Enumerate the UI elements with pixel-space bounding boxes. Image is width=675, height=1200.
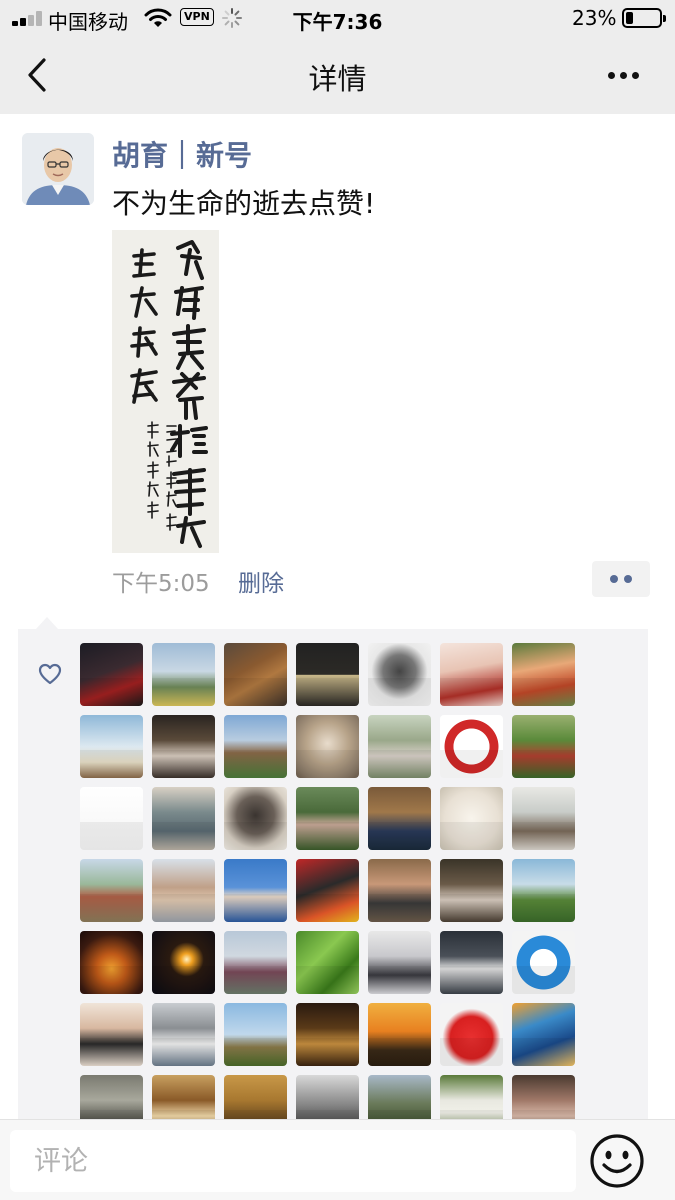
person-avatar-image <box>22 133 94 205</box>
liker-avatar[interactable] <box>368 931 431 994</box>
liker-avatar[interactable] <box>296 931 359 994</box>
more-options-button[interactable] <box>598 60 650 90</box>
back-button[interactable] <box>24 56 56 94</box>
battery-icon <box>622 8 666 28</box>
navigation-bar: 详情 <box>0 36 675 114</box>
liker-avatar[interactable] <box>368 1003 431 1066</box>
liker-avatar[interactable] <box>296 643 359 706</box>
calligraphy-artwork <box>112 230 219 553</box>
liker-avatar[interactable] <box>296 715 359 778</box>
liker-avatar[interactable] <box>224 715 287 778</box>
liker-avatar[interactable] <box>440 859 503 922</box>
likes-panel-pointer <box>36 617 58 629</box>
liker-avatar[interactable] <box>224 931 287 994</box>
liker-avatar[interactable] <box>152 931 215 994</box>
liker-avatar[interactable] <box>368 859 431 922</box>
liker-avatar[interactable] <box>296 859 359 922</box>
moments-detail-screen: 中国移动 VPN 下午7:36 23% 详情 胡育｜新号 不为生命的逝去点赞! … <box>0 0 675 1200</box>
liker-avatar[interactable] <box>152 1003 215 1066</box>
liker-avatar[interactable] <box>440 931 503 994</box>
chevron-left-icon <box>28 58 46 92</box>
liker-avatar[interactable] <box>80 1003 143 1066</box>
liker-avatar[interactable] <box>440 787 503 850</box>
liker-avatar[interactable] <box>512 931 575 994</box>
liker-avatar[interactable] <box>512 1003 575 1066</box>
liker-avatar[interactable] <box>80 787 143 850</box>
author-name[interactable]: 胡育｜新号 <box>112 134 252 174</box>
liker-avatar[interactable] <box>440 1003 503 1066</box>
liker-avatar[interactable] <box>224 787 287 850</box>
post-actions-button[interactable] <box>592 561 650 597</box>
liker-avatar[interactable] <box>80 859 143 922</box>
liker-avatar[interactable] <box>296 787 359 850</box>
liker-avatar[interactable] <box>80 643 143 706</box>
smiley-face-icon <box>590 1134 644 1188</box>
status-bar: 中国移动 VPN 下午7:36 23% <box>0 0 675 36</box>
heart-outline-icon <box>38 663 62 685</box>
post-text: 不为生命的逝去点赞! <box>112 187 376 220</box>
liker-avatar[interactable] <box>512 715 575 778</box>
likes-panel <box>18 629 648 1129</box>
liker-avatar[interactable] <box>512 643 575 706</box>
battery-level <box>626 12 633 24</box>
liker-avatar[interactable] <box>368 715 431 778</box>
comment-input[interactable] <box>10 1130 576 1192</box>
liker-avatar[interactable] <box>152 643 215 706</box>
liker-avatar[interactable] <box>152 715 215 778</box>
post-image-calligraphy[interactable] <box>112 230 219 553</box>
author-avatar[interactable] <box>22 133 94 205</box>
delete-post-link[interactable]: 删除 <box>238 564 284 598</box>
liker-avatar[interactable] <box>80 931 143 994</box>
page-title: 详情 <box>308 62 367 96</box>
liker-avatar[interactable] <box>512 859 575 922</box>
liker-avatar[interactable] <box>440 643 503 706</box>
liker-avatar-grid <box>80 643 575 1129</box>
liker-avatar[interactable] <box>152 859 215 922</box>
battery-percentage: 23% <box>572 6 617 30</box>
liker-avatar[interactable] <box>152 787 215 850</box>
emoji-button[interactable] <box>588 1132 646 1190</box>
liker-avatar[interactable] <box>224 1003 287 1066</box>
post-timestamp: 下午5:05 <box>112 571 210 597</box>
liker-avatar[interactable] <box>224 859 287 922</box>
liker-avatar[interactable] <box>368 643 431 706</box>
liker-avatar[interactable] <box>440 715 503 778</box>
comment-bar <box>0 1119 675 1200</box>
liker-avatar[interactable] <box>512 787 575 850</box>
liker-avatar[interactable] <box>224 643 287 706</box>
liker-avatar[interactable] <box>80 715 143 778</box>
liker-avatar[interactable] <box>368 787 431 850</box>
liker-avatar[interactable] <box>296 1003 359 1066</box>
